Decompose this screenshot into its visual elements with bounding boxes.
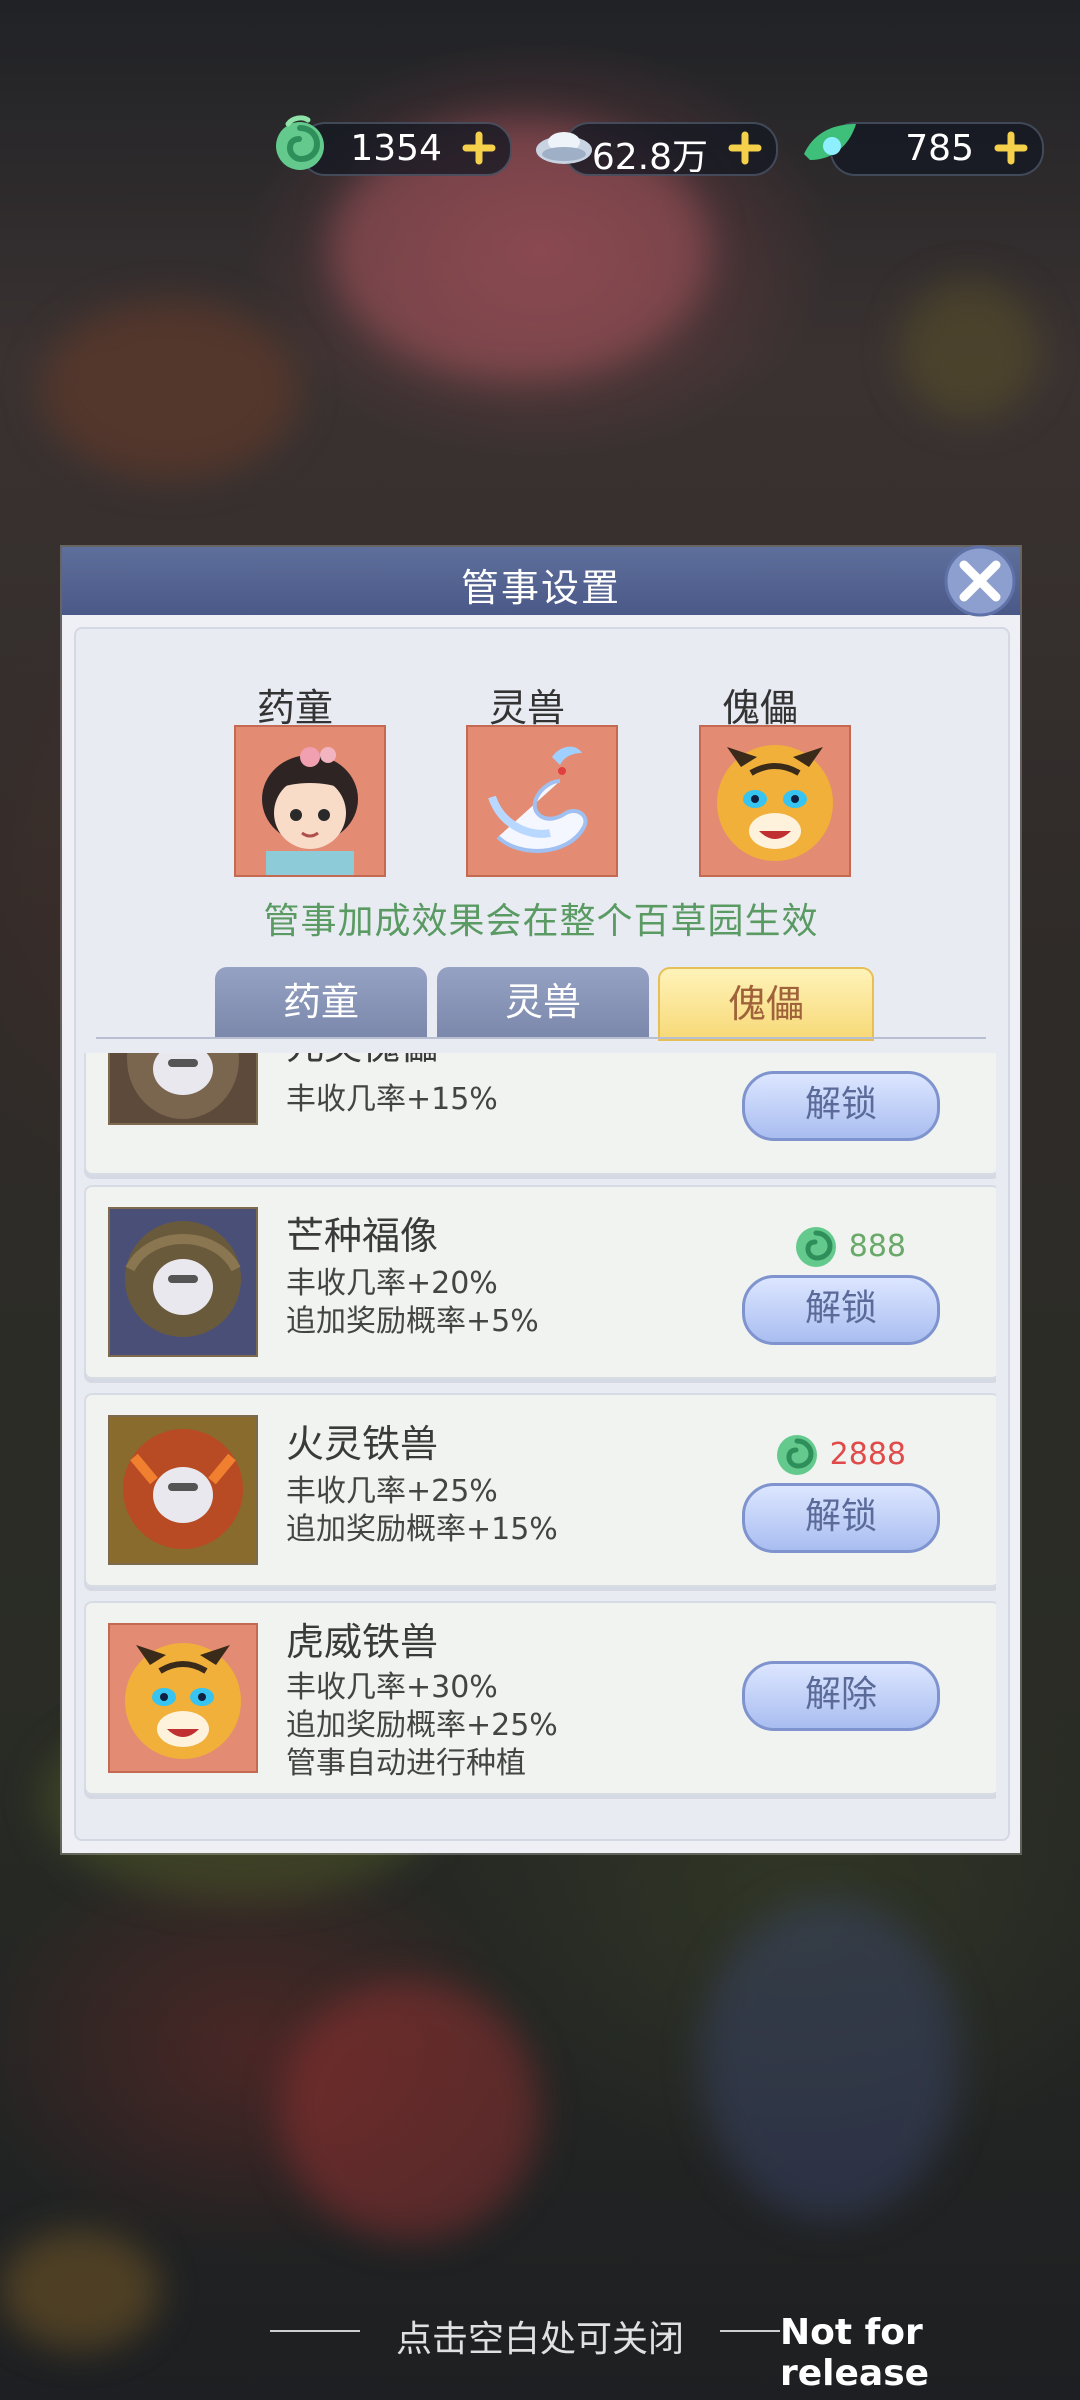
hint-divider-right xyxy=(720,2330,780,2332)
list-item-mangzhong: 芒种福像 丰收几率+20% 追加奖励概率+5% 888 解锁 xyxy=(84,1185,996,1379)
unlock-button[interactable]: 解锁 xyxy=(742,1483,940,1553)
cost-value: 888 xyxy=(848,1229,906,1264)
slot-avatar-kuilei[interactable] xyxy=(699,725,851,877)
unlock-button[interactable]: 解锁 xyxy=(742,1275,940,1345)
steward-settings-dialog: 管事设置 药童 灵兽 傀儡 管事加成效果会在整个百草园生效 药童 灵兽 傀儡 丰… xyxy=(62,545,1020,1853)
cost-label: 2888 xyxy=(776,1435,906,1475)
white-crane-icon xyxy=(468,727,616,875)
locked-puppet-icon xyxy=(110,1053,256,1123)
jade-swirl-icon xyxy=(276,115,324,170)
item-name: 火灵铁兽 xyxy=(286,1422,439,1466)
list-item-huwei: 虎威铁兽 丰收几率+30% 追加奖励概率+25% 管事自动进行种植 解除 xyxy=(84,1601,996,1795)
add-jade-icon[interactable] xyxy=(462,131,496,165)
item-effect: 追加奖励概率+15% xyxy=(286,1512,558,1547)
item-effect: 管事自动进行种植 xyxy=(286,1746,526,1781)
huoling-thumb xyxy=(108,1415,258,1565)
yuanying-thumb xyxy=(108,1053,258,1125)
tiger-portrait-icon xyxy=(701,727,849,875)
bonus-notice: 管事加成效果会在整个百草园生效 xyxy=(263,901,819,942)
resource-gem[interactable]: 785 xyxy=(804,122,1044,176)
tab-yaotong[interactable]: 药童 xyxy=(215,967,427,1037)
item-effect: 丰收几率+20% xyxy=(286,1266,498,1301)
remove-button[interactable]: 解除 xyxy=(742,1661,940,1731)
close-icon[interactable] xyxy=(938,539,1022,623)
slot-avatar-lingshou[interactable] xyxy=(466,725,618,877)
dialog-title: 管事设置 xyxy=(460,566,621,610)
resource-jade[interactable]: 1354 xyxy=(276,115,512,176)
cost-value: 2888 xyxy=(829,1437,906,1472)
item-effect: 追加奖励概率+5% xyxy=(286,1304,539,1339)
jade-swirl-icon xyxy=(795,1227,836,1267)
item-effect: 丰收几率+30% xyxy=(286,1670,498,1705)
cost-label: 888 xyxy=(795,1227,906,1267)
resource-gem-value: 785 xyxy=(905,128,974,169)
steward-list[interactable]: 元英傀儡 丰收几率+15% 解锁 芒种福像 丰收几率+20% 追加奖励概率+5% xyxy=(84,1053,996,1813)
watermark: Not for release xyxy=(780,2312,930,2394)
list-item-huoling: 火灵铁兽 丰收几率+25% 追加奖励概率+15% 2888 解锁 xyxy=(84,1393,996,1587)
item-effect: 追加奖励概率+25% xyxy=(286,1708,558,1743)
silver-ingot-icon xyxy=(536,132,592,164)
slot-avatar-yaotong[interactable] xyxy=(234,725,386,877)
tiger-portrait-icon xyxy=(110,1625,256,1771)
add-gem-icon[interactable] xyxy=(994,131,1028,165)
tab-divider xyxy=(96,1037,986,1039)
unlock-button[interactable]: 解锁 xyxy=(742,1071,940,1141)
resource-silver[interactable]: 62.8万 xyxy=(536,122,778,178)
locked-puppet-icon xyxy=(110,1209,256,1355)
green-leaf-gem-icon xyxy=(804,124,856,160)
slot-label-kuilei: 傀儡 xyxy=(721,686,798,730)
add-silver-icon[interactable] xyxy=(728,131,762,165)
jade-swirl-icon xyxy=(776,1435,817,1475)
mangzhong-thumb xyxy=(108,1207,258,1357)
list-item-yuanying: 元英傀儡 丰收几率+15% 解锁 xyxy=(84,1053,996,1175)
item-name: 芒种福像 xyxy=(286,1214,439,1258)
slot-label-yaotong: 药童 xyxy=(256,686,333,730)
tab-lingshou[interactable]: 灵兽 xyxy=(437,967,649,1037)
tab-kuilei[interactable]: 傀儡 xyxy=(658,967,874,1041)
slot-label-lingshou: 灵兽 xyxy=(488,686,565,730)
item-effect: 丰收几率+25% xyxy=(286,1474,498,1509)
huwei-thumb xyxy=(108,1623,258,1773)
locked-puppet-icon xyxy=(110,1417,256,1563)
item-name: 虎威铁兽 xyxy=(286,1620,439,1664)
girl-portrait-icon xyxy=(236,727,384,875)
item-name: 元英傀儡 xyxy=(286,1053,438,1070)
resource-silver-value: 62.8万 xyxy=(591,137,708,178)
item-effect: 丰收几率+15% xyxy=(286,1082,498,1117)
resource-jade-value: 1354 xyxy=(350,128,442,169)
